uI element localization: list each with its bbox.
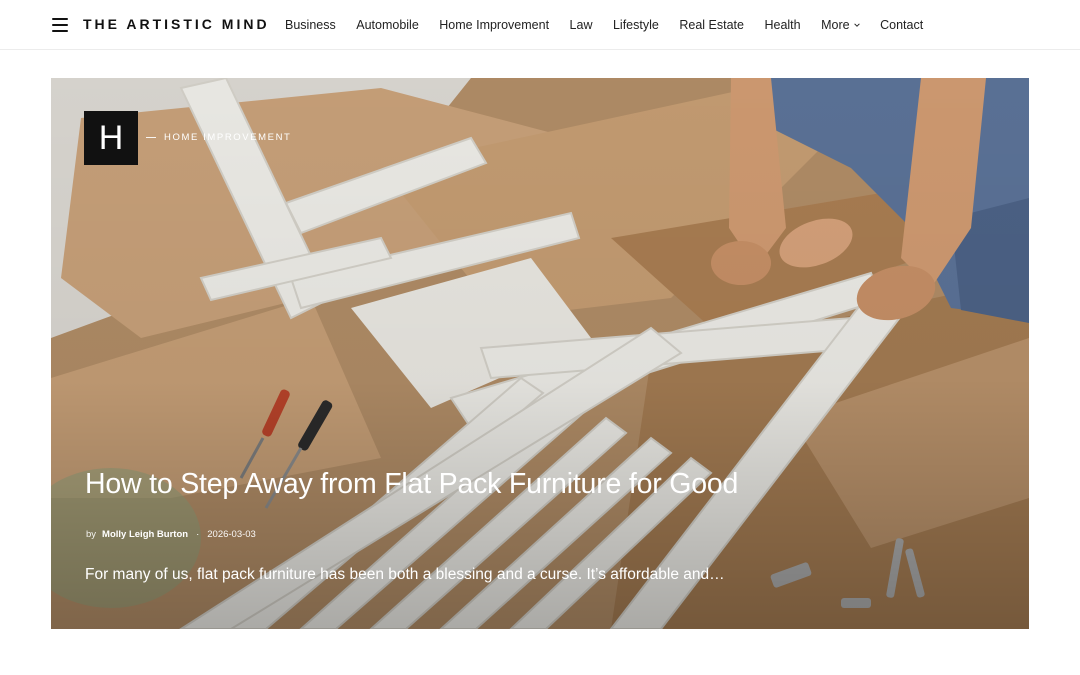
nav-item-more[interactable]: More (821, 18, 860, 32)
nav-item-more-label: More (821, 18, 850, 32)
chevron-down-icon (853, 23, 860, 27)
nav-item-business[interactable]: Business (285, 18, 336, 32)
category-label: HOME IMPROVEMENT (164, 132, 292, 143)
post-date: 2026-03-03 (207, 529, 256, 540)
nav-item-contact[interactable]: Contact (880, 18, 923, 32)
hamburger-menu-icon[interactable] (52, 18, 68, 32)
category-link[interactable]: HOME IMPROVEMENT (146, 132, 291, 143)
category-letter-badge: H (84, 111, 138, 165)
site-logo[interactable]: THE ARTISTIC MIND (83, 16, 270, 32)
image-overlay (51, 78, 1029, 629)
meta-separator: · (196, 529, 200, 540)
site-header: THE ARTISTIC MIND Business Automobile Ho… (0, 0, 1080, 50)
by-label: by (86, 529, 97, 540)
nav-item-real-estate[interactable]: Real Estate (679, 18, 744, 32)
main-nav: Business Automobile Home Improvement Law… (285, 0, 923, 50)
nav-item-home-improvement[interactable]: Home Improvement (439, 18, 549, 32)
nav-item-law[interactable]: Law (570, 18, 593, 32)
nav-item-lifestyle[interactable]: Lifestyle (613, 18, 659, 32)
post-excerpt: For many of us, flat pack furniture has … (85, 566, 725, 583)
post-meta: by Molly Leigh Burton · 2026-03-03 (86, 529, 256, 540)
post-title[interactable]: How to Step Away from Flat Pack Furnitur… (85, 468, 738, 501)
nav-item-health[interactable]: Health (764, 18, 800, 32)
author-link[interactable]: Molly Leigh Burton (102, 529, 188, 540)
category-dash (146, 137, 156, 138)
featured-post[interactable]: H HOME IMPROVEMENT How to Step Away from… (51, 78, 1029, 629)
nav-item-automobile[interactable]: Automobile (356, 18, 419, 32)
